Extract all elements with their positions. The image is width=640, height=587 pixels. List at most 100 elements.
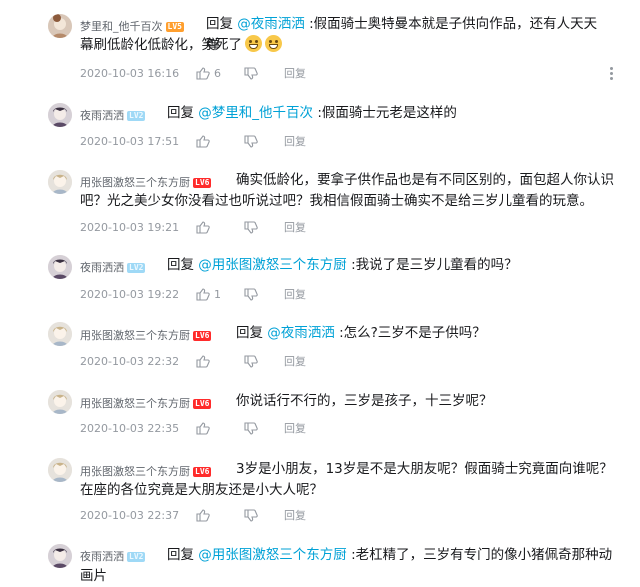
dislike-icon[interactable] (244, 66, 258, 80)
username-text[interactable]: 用张图激怒三个东方厨 (80, 329, 190, 342)
like-icon[interactable] (196, 421, 210, 435)
dislike-icon[interactable] (244, 354, 258, 368)
timestamp: 2020-10-03 19:21 (80, 220, 180, 234)
reply-text-2: 吧？光之美少女你没看过也听说过吧？我相信假面骑士确实不是给三岁儿童看的玩意。 (80, 193, 593, 209)
level-badge: LV6 (193, 331, 212, 341)
reply-button[interactable]: 回复 (284, 219, 306, 235)
grin-emoji (245, 35, 262, 52)
mention-link[interactable]: @用张图激怒三个东方厨 (198, 257, 347, 273)
reply-content-line2: 画片 (80, 566, 620, 587)
avatar[interactable] (48, 103, 72, 127)
timestamp: 2020-10-03 22:35 (80, 421, 180, 435)
username[interactable]: 夜雨洒洒 LV2 (80, 107, 146, 123)
username[interactable]: 用张图激怒三个东方厨 LV6 (80, 463, 212, 479)
reply-button[interactable]: 回复 (284, 353, 306, 369)
level-badge: LV5 (165, 22, 184, 32)
timestamp: 2020-10-03 22:37 (80, 508, 180, 522)
reply-text: 3岁是小朋友，13岁是不是大朋友呢？假面骑士究竟面向谁呢？ (236, 461, 613, 477)
reply-content: 回复 @用张图激怒三个东方厨 :老杠精了，三岁有专门的像小猪佩奇那种动 (167, 545, 627, 566)
reply-button[interactable]: 回复 (284, 65, 306, 81)
level-badge: LV2 (127, 111, 146, 121)
reply-button[interactable]: 回复 (284, 420, 306, 436)
reply-button[interactable]: 回复 (284, 507, 306, 523)
username[interactable]: 用张图激怒三个东方厨 LV6 (80, 395, 212, 411)
reply-button[interactable]: 回复 (284, 133, 306, 149)
like-icon[interactable] (196, 134, 210, 148)
reply-button[interactable]: 回复 (284, 286, 306, 302)
level-badge: LV6 (193, 467, 212, 477)
reply-meta: 2020-10-03 17:51 回复 (80, 133, 306, 149)
avatar[interactable] (48, 322, 72, 346)
avatar[interactable] (48, 390, 72, 414)
reply-text: 你说话行不行的，三岁是孩子，十三岁呢？ (236, 393, 493, 409)
dislike-icon[interactable] (244, 508, 258, 522)
reply-meta: 2020-10-03 16:16 6 回复 (80, 65, 306, 81)
reply-prefix: 回复 (206, 16, 238, 32)
reply-prefix: 回复 (236, 325, 268, 341)
laugh-emoji (265, 35, 282, 52)
timestamp: 2020-10-03 22:32 (80, 354, 180, 368)
username-text[interactable]: 用张图激怒三个东方厨 (80, 465, 190, 478)
username-text[interactable]: 用张图激怒三个东方厨 (80, 397, 190, 410)
reply-content: 回复 @夜雨洒洒 :怎么?三岁不是子供吗？ (236, 323, 616, 344)
reply-prefix: 回复 (167, 257, 199, 273)
dislike-icon[interactable] (244, 220, 258, 234)
reply-content-line2: 幕刷低龄化低龄化，笑死了 (80, 35, 620, 56)
reply-text-2: 在座的各位究竟是大朋友还是小大人呢？ (80, 482, 323, 498)
username-text[interactable]: 夜雨洒洒 (80, 550, 124, 563)
username-text[interactable]: 夜雨洒洒 (80, 109, 124, 122)
username-text[interactable]: 梦里和_他千百次 (80, 20, 163, 33)
username[interactable]: 用张图激怒三个东方厨 LV6 (80, 174, 212, 190)
like-icon[interactable] (196, 66, 210, 80)
like-icon[interactable] (196, 354, 210, 368)
reply-meta: 2020-10-03 22:32 回复 (80, 353, 306, 369)
reply-text: :怎么?三岁不是子供吗？ (334, 325, 486, 341)
like-count: 6 (214, 66, 221, 80)
dislike-icon[interactable] (244, 287, 258, 301)
more-options-icon[interactable] (606, 65, 616, 81)
timestamp: 2020-10-03 17:51 (80, 134, 180, 148)
reply-content: 回复 @梦里和_他千百次 :假面骑士元老是这样的 (167, 103, 607, 124)
like-icon[interactable] (196, 508, 210, 522)
timestamp: 2020-10-03 19:22 (80, 287, 180, 301)
like-icon[interactable] (196, 220, 210, 234)
reply-text: 确实低龄化，要拿子供作品也是有不同区别的，面包超人你认识 (236, 172, 614, 188)
mention-link[interactable]: @梦里和_他千百次 (198, 105, 313, 121)
avatar[interactable] (48, 544, 72, 568)
username[interactable]: 夜雨洒洒 LV2 (80, 259, 146, 275)
like-icon[interactable] (196, 287, 210, 301)
reply-text-2: 幕刷低龄化低龄化，笑死了 (80, 37, 242, 53)
reply-prefix: 回复 (167, 547, 199, 563)
username-text[interactable]: 夜雨洒洒 (80, 261, 124, 274)
reply-content: 回复 @用张图激怒三个东方厨 :我说了是三岁儿童看的吗？ (167, 255, 607, 276)
reply-content: 确实低龄化，要拿子供作品也是有不同区别的，面包超人你认识 (236, 170, 616, 191)
reply-content: 你说话行不行的，三岁是孩子，十三岁呢？ (236, 391, 616, 412)
reply-content: 3岁是小朋友，13岁是不是大朋友呢？假面骑士究竟面向谁呢？ (236, 459, 616, 480)
reply-text: :老杠精了，三岁有专门的像小猪佩奇那种动 (346, 547, 613, 563)
like-count: 1 (214, 287, 221, 301)
level-badge: LV6 (193, 178, 212, 188)
mention-link[interactable]: @夜雨洒洒 (237, 16, 305, 32)
reply-prefix: 回复 (167, 105, 199, 121)
avatar[interactable] (48, 14, 72, 38)
dislike-icon[interactable] (244, 134, 258, 148)
reply-meta: 2020-10-03 19:21 回复 (80, 219, 306, 235)
username-text[interactable]: 用张图激怒三个东方厨 (80, 176, 190, 189)
mention-link[interactable]: @用张图激怒三个东方厨 (198, 547, 347, 563)
username[interactable]: 夜雨洒洒 LV2 (80, 548, 146, 564)
reply-meta: 2020-10-03 22:37 回复 (80, 507, 306, 523)
username[interactable]: 梦里和_他千百次 LV5 (80, 18, 184, 34)
avatar[interactable] (48, 458, 72, 482)
username[interactable]: 用张图激怒三个东方厨 LV6 (80, 327, 212, 343)
timestamp: 2020-10-03 16:16 (80, 66, 180, 80)
reply-text-2: 画片 (80, 568, 107, 584)
avatar[interactable] (48, 255, 72, 279)
reply-content-line2: 吧？光之美少女你没看过也听说过吧？我相信假面骑士确实不是给三岁儿童看的玩意。 (80, 191, 625, 212)
level-badge: LV2 (127, 263, 146, 273)
reply-content-line2: 在座的各位究竟是大朋友还是小大人呢？ (80, 480, 620, 501)
avatar[interactable] (48, 170, 72, 194)
mention-link[interactable]: @夜雨洒洒 (267, 325, 335, 341)
reply-text: :假面骑士元老是这样的 (313, 105, 457, 121)
reply-meta: 2020-10-03 22:35 回复 (80, 420, 306, 436)
dislike-icon[interactable] (244, 421, 258, 435)
